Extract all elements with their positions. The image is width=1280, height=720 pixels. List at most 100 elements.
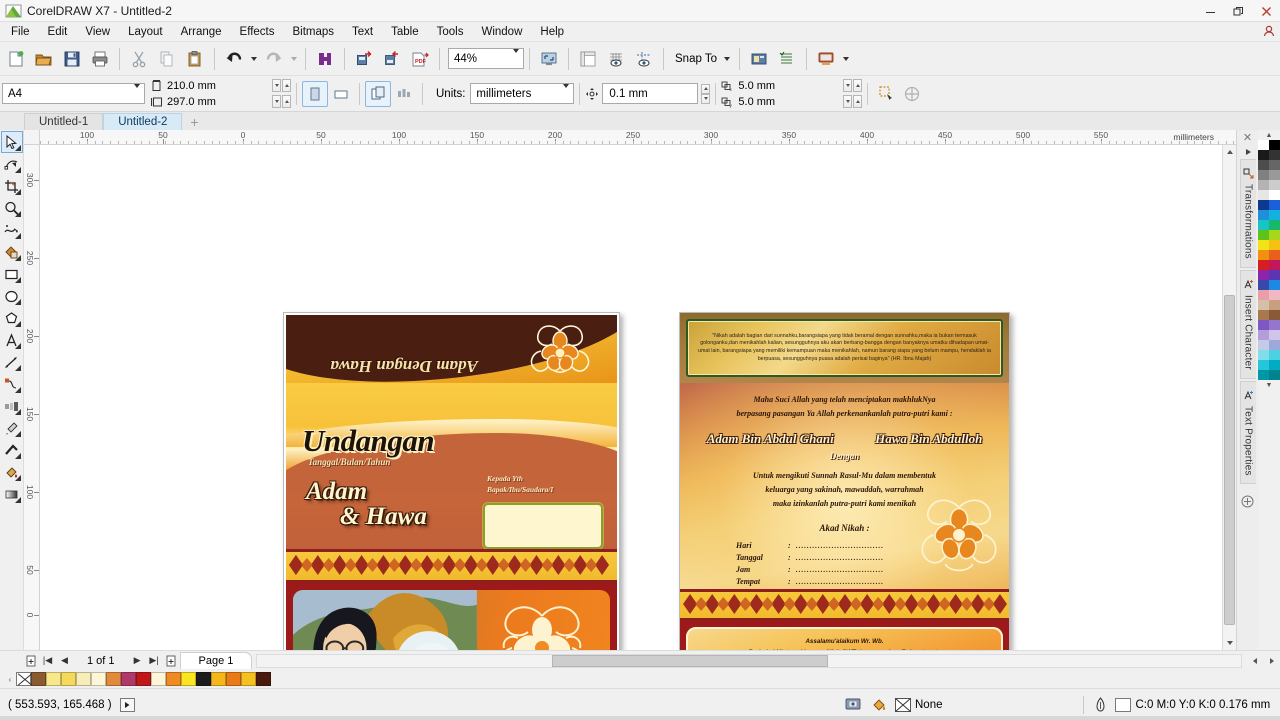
palette-swatch[interactable] — [1258, 300, 1269, 310]
palette-swatch[interactable] — [1258, 340, 1269, 350]
palette-swatch[interactable] — [1269, 290, 1280, 300]
document-palette-swatches[interactable] — [31, 672, 271, 686]
scroll-up-icon[interactable] — [1223, 145, 1236, 159]
palette-swatch[interactable] — [1269, 340, 1280, 350]
docker-tab-insert-character[interactable]: Insert Character — [1239, 269, 1256, 379]
canvas-scroll-thumb[interactable] — [1224, 295, 1235, 625]
palette-swatch[interactable] — [1258, 240, 1269, 250]
horizontal-ruler[interactable]: 100 50 0 50 100 150 200 250 300 350 400 450 500 550 mi… — [40, 130, 1236, 145]
rectangle-tool[interactable] — [1, 263, 23, 285]
horizontal-scroll-thumb[interactable] — [552, 654, 828, 667]
text-tool[interactable] — [1, 329, 23, 351]
close-button[interactable] — [1252, 0, 1280, 22]
document-palette-swatch[interactable] — [211, 672, 226, 686]
duplicate-x-value[interactable]: 5.0 mm — [736, 79, 840, 93]
palette-swatch[interactable] — [1269, 230, 1280, 240]
units-combo[interactable]: millimeters — [470, 83, 575, 104]
restore-button[interactable] — [1224, 0, 1252, 22]
page-width-spinner[interactable] — [272, 79, 291, 92]
palette-swatch[interactable] — [1269, 170, 1280, 180]
menu-text[interactable]: Text — [343, 24, 382, 40]
palette-swatch[interactable] — [1269, 270, 1280, 280]
palette-swatch[interactable] — [1258, 160, 1269, 170]
add-docker-button[interactable] — [1241, 494, 1255, 508]
duplicate-x-spinner[interactable] — [843, 79, 863, 92]
ruler-origin-button[interactable] — [24, 130, 40, 145]
freehand-tool[interactable] — [1, 219, 23, 241]
first-page-button[interactable]: |◀ — [39, 652, 56, 669]
status-play-button[interactable] — [119, 697, 135, 712]
full-screen-preview-icon[interactable] — [535, 45, 563, 73]
print-icon[interactable] — [86, 45, 114, 73]
palette-swatch[interactable] — [1269, 370, 1280, 380]
options-icon[interactable] — [745, 45, 773, 73]
menu-tools[interactable]: Tools — [428, 24, 473, 40]
document-palette-swatch[interactable] — [106, 672, 121, 686]
minimize-button[interactable] — [1196, 0, 1224, 22]
menu-arrange[interactable]: Arrange — [172, 24, 231, 40]
palette-swatch[interactable] — [1269, 220, 1280, 230]
menu-file[interactable]: File — [2, 24, 39, 40]
palette-swatch[interactable] — [1269, 260, 1280, 270]
palette-swatch[interactable] — [1258, 330, 1269, 340]
save-document-icon[interactable] — [58, 45, 86, 73]
palette-swatch[interactable] — [1258, 360, 1269, 370]
palette-swatch[interactable] — [1269, 330, 1280, 340]
menu-help[interactable]: Help — [531, 24, 573, 40]
scroll-right-icon[interactable] — [1263, 652, 1280, 669]
pick-tool[interactable] — [0, 131, 23, 153]
scroll-down-icon[interactable] — [1223, 636, 1236, 650]
palette-swatch[interactable] — [1269, 250, 1280, 260]
blend-tool[interactable] — [1, 395, 23, 417]
document-tab-untitled-2[interactable]: Untitled-2 — [103, 113, 183, 130]
palette-swatch[interactable] — [1258, 190, 1269, 200]
smart-fill-tool[interactable] — [1, 241, 23, 263]
palette-swatch[interactable] — [1258, 370, 1269, 380]
palette-swatch[interactable] — [1269, 180, 1280, 190]
invitation-card-inside[interactable]: "Nikah adalah bagian dari sunnahku,baran… — [679, 312, 1010, 650]
page-tab-page-1[interactable]: Page 1 — [179, 652, 253, 669]
document-palette-swatch[interactable] — [76, 672, 91, 686]
document-palette-swatch[interactable] — [256, 672, 271, 686]
zoom-tool[interactable] — [1, 197, 23, 219]
connector-tool[interactable] — [1, 373, 23, 395]
docker-tab-transformations[interactable]: Transformations — [1239, 159, 1256, 268]
palette-swatch[interactable] — [1269, 160, 1280, 170]
application-launcher-dropdown[interactable] — [840, 45, 852, 73]
palette-swatch[interactable] — [1258, 230, 1269, 240]
add-page-end-button[interactable] — [163, 652, 180, 669]
document-palette-swatch[interactable] — [166, 672, 181, 686]
document-palette-swatch[interactable] — [151, 672, 166, 686]
palette-swatch-grid[interactable] — [1258, 140, 1280, 380]
duplicate-y-spinner[interactable] — [843, 95, 863, 108]
menu-table[interactable]: Table — [382, 24, 428, 40]
publish-pdf-icon[interactable]: PDF — [406, 45, 434, 73]
palette-swatch[interactable] — [1258, 280, 1269, 290]
menu-bitmaps[interactable]: Bitmaps — [283, 24, 343, 40]
last-page-button[interactable]: ▶| — [146, 652, 163, 669]
palette-swatch[interactable] — [1269, 190, 1280, 200]
corel-connect-icon[interactable] — [311, 45, 339, 73]
document-palette-scroll-icon[interactable]: ‹ — [4, 672, 16, 686]
previous-page-button[interactable]: ◀ — [56, 652, 73, 669]
menu-window[interactable]: Window — [472, 24, 531, 40]
palette-swatch[interactable] — [1258, 200, 1269, 210]
fill-tool[interactable] — [1, 461, 23, 483]
scroll-left-icon[interactable] — [1246, 652, 1263, 669]
docker-tab-text-properties[interactable]: Text Properties — [1239, 380, 1256, 485]
palette-swatch[interactable] — [1258, 310, 1269, 320]
palette-swatch[interactable] — [1258, 180, 1269, 190]
color-eyedropper-tool[interactable] — [1, 417, 23, 439]
palette-swatch[interactable] — [1258, 270, 1269, 280]
document-palette-swatch[interactable] — [241, 672, 256, 686]
crop-tool[interactable] — [1, 175, 23, 197]
drawing-canvas[interactable]: Adam Dengan Hawa Undangan Tanggal/Bulan/… — [40, 145, 1236, 650]
palette-swatch[interactable] — [1258, 140, 1269, 150]
portrait-button[interactable] — [302, 80, 328, 107]
document-palette-swatch[interactable] — [46, 672, 61, 686]
document-palette-swatch[interactable] — [196, 672, 211, 686]
ellipse-tool[interactable] — [1, 285, 23, 307]
undo-dropdown[interactable] — [248, 45, 260, 73]
docker-close-button[interactable]: ✕ — [1243, 130, 1252, 144]
open-document-icon[interactable] — [30, 45, 58, 73]
